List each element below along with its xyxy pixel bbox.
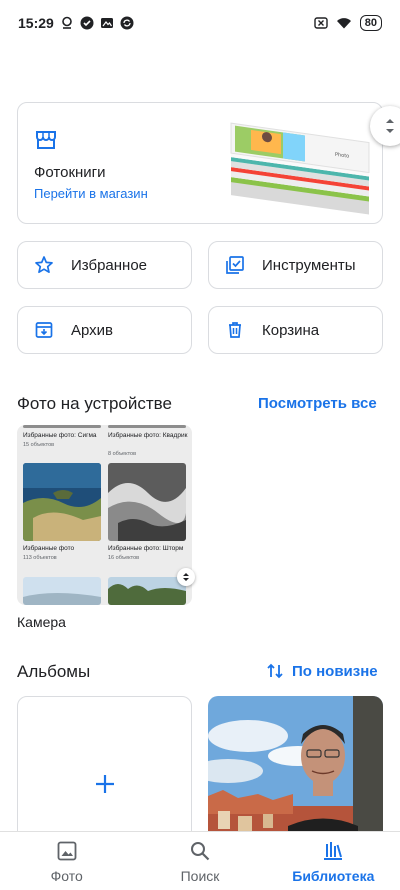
view-all-link[interactable]: Посмотреть все [258, 395, 377, 412]
photo-icon [57, 841, 77, 861]
mini-arrows-icon [183, 573, 189, 581]
status-bar: 15:29 80 [0, 0, 400, 46]
trash-icon [229, 322, 241, 338]
status-right: 80 [314, 15, 382, 31]
thumb-count: 16 объектов [108, 555, 140, 561]
status-left: 15:29 [18, 15, 134, 31]
battery-indicator: 80 [359, 15, 382, 31]
archive-icon [35, 322, 53, 338]
nav-library-label: Библиотека [292, 868, 375, 884]
wifi-icon [336, 18, 351, 29]
gallery-notification-icon [100, 18, 113, 28]
favorites-button[interactable]: Избранное [17, 241, 192, 289]
archive-button[interactable]: Архив [17, 306, 192, 354]
thumb-count: 113 объектов [23, 555, 57, 561]
library-icon [324, 842, 343, 860]
photobook-title: Фотокниги [34, 164, 106, 181]
thumb-caption: Избранные фото: Сигма [23, 432, 97, 439]
tools-label: Инструменты [262, 256, 356, 274]
tools-button[interactable]: Инструменты [208, 241, 383, 289]
thumb-image-coast [23, 463, 101, 541]
thumb-image [108, 425, 186, 428]
thumb-image [23, 425, 101, 428]
nav-photos-label: Фото [50, 868, 83, 884]
photobook-card[interactable]: Фотокниги Перейти в магазин Photo [17, 102, 383, 224]
plus-icon [95, 774, 114, 793]
fast-scroll-arrows-icon [386, 119, 394, 133]
trash-label: Корзина [262, 321, 320, 339]
nav-search-label: Поиск [180, 868, 220, 884]
camera-folder-thumbnail[interactable]: Избранные фото: Сигма 15 объектов Избран… [17, 425, 192, 605]
thumb-caption: Избранные фото: Шторм [108, 545, 184, 552]
camera-folder-label: Камера [17, 614, 66, 630]
favorites-label: Избранное [71, 256, 148, 274]
search-icon [190, 842, 210, 861]
thumbnail-scroll-handle [177, 568, 195, 586]
star-icon [35, 256, 53, 274]
sync-notification-icon [120, 16, 134, 30]
sort-icon[interactable] [266, 662, 284, 680]
tools-icon [226, 256, 244, 274]
sim-off-icon [314, 17, 328, 29]
albums-title: Альбомы [17, 662, 91, 681]
sort-button[interactable]: По новизне [292, 663, 378, 680]
trash-button[interactable]: Корзина [208, 306, 383, 354]
store-link[interactable]: Перейти в магазин [34, 186, 148, 201]
thumb-caption: Избранные фото [23, 545, 75, 552]
thumb-image-sky [23, 577, 101, 605]
nav-photos[interactable]: Фото [0, 832, 133, 890]
nav-search[interactable]: Поиск [133, 832, 266, 890]
store-icon [36, 131, 56, 149]
thumb-image-waves [108, 463, 186, 541]
thumb-count: 8 объектов [108, 451, 137, 457]
thumb-image-trees [108, 577, 186, 605]
bottom-navigation: Фото Поиск Библиотека [0, 831, 400, 890]
status-time: 15:29 [18, 15, 54, 31]
device-photos-title: Фото на устройстве [17, 394, 172, 413]
photobook-stack-image: Photo [230, 122, 370, 215]
check-notification-icon [80, 16, 94, 30]
location-notification-icon [62, 16, 72, 29]
archive-label: Архив [71, 321, 114, 339]
thumb-caption: Избранные фото: Квадрик [108, 432, 188, 439]
nav-library[interactable]: Библиотека [267, 832, 400, 890]
thumb-count: 15 объектов [23, 442, 55, 448]
